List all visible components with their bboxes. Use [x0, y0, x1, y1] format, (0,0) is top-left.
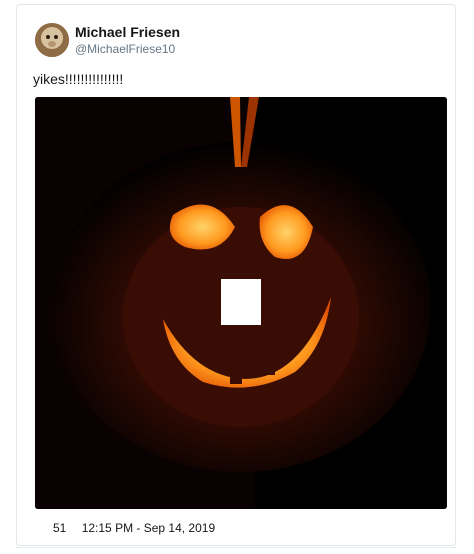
- timestamp[interactable]: 12:15 PM - Sep 14, 2019: [82, 521, 215, 535]
- divider: [16, 547, 456, 548]
- author-name[interactable]: Michael Friesen: [75, 24, 180, 40]
- tweet-footer: 51 12:15 PM - Sep 14, 2019: [53, 521, 227, 535]
- tweet-image[interactable]: [35, 97, 447, 509]
- tweet-card: Michael Friesen @MichaelFriese10 yikes!!…: [16, 4, 456, 546]
- avatar[interactable]: [35, 23, 69, 57]
- pumpkin-photo: [35, 97, 447, 509]
- author-handle[interactable]: @MichaelFriese10: [75, 42, 175, 56]
- like-count[interactable]: 51: [53, 521, 66, 535]
- tweet-text: yikes!!!!!!!!!!!!!!!: [33, 71, 124, 87]
